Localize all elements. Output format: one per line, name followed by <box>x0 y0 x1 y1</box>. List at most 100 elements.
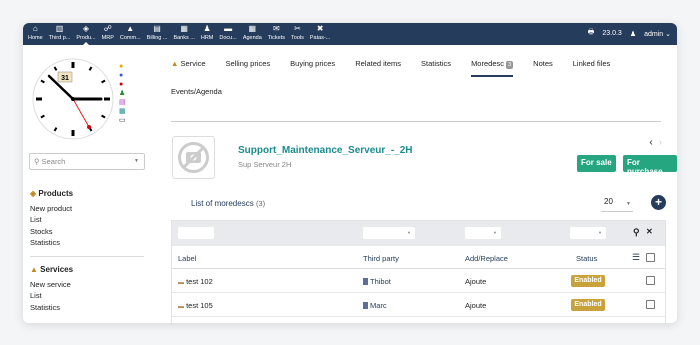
menu-item-comm[interactable]: ▲ Comm... <box>117 24 144 42</box>
menu-item-label: Produ... <box>76 35 96 41</box>
clear-filter-icon[interactable]: ✕ <box>646 227 653 236</box>
row-checkbox[interactable] <box>646 300 655 309</box>
col-label[interactable]: Label <box>178 254 196 263</box>
menu-item-produ[interactable]: ◈ Produ... <box>73 24 98 45</box>
menu-item-label: HRM <box>200 35 214 41</box>
service-icon: ▲ <box>171 59 179 68</box>
menu-item-label: Comm... <box>119 35 141 41</box>
add-moredesc-button[interactable]: + <box>651 195 666 210</box>
sidebar-item-service-new-service[interactable]: New service <box>30 279 73 291</box>
sidebar-item-product-new-product[interactable]: New product <box>30 203 73 215</box>
col-add-replace[interactable]: Add/Replace <box>465 254 508 263</box>
list-title-text[interactable]: List of moredescs <box>191 199 254 208</box>
alert-icon[interactable]: ● <box>119 81 126 89</box>
table-header: Label Third party Add/Replace Status ☰ <box>172 246 665 269</box>
menu-item-billing[interactable]: ▤ Billing ... <box>144 24 171 42</box>
per-page-select[interactable]: 20 ▼ <box>601 197 633 212</box>
print-icon[interactable]: 🖶 <box>588 28 595 39</box>
search-icon[interactable]: ⚲ <box>633 227 640 238</box>
version-label: 23.0.3 <box>602 30 622 37</box>
tab-events-agenda[interactable]: Events/Agenda <box>171 87 222 102</box>
row-third-party-text: Marc <box>370 301 387 310</box>
row-third-party[interactable]: Marc <box>363 301 387 310</box>
clock-widget: 31 <box>31 57 115 146</box>
company-icon <box>363 302 368 309</box>
sidebar: 31 ● ● ● ♟ ▤ ▦ ▭ ⚲ Search ▼ ◈ Products N… <box>23 45 151 323</box>
row-third-party[interactable]: Thibot <box>363 277 391 286</box>
keyboard-icon[interactable]: ▭ <box>119 117 126 125</box>
column-select-icon[interactable]: ☰ <box>632 252 640 263</box>
tab-service[interactable]: ▲ Service <box>171 59 206 74</box>
menu-item-label: Tickets <box>267 35 286 41</box>
sidebar-item-service-statistics[interactable]: Statistics <box>30 302 73 314</box>
tab-linked-files[interactable]: Linked files <box>573 59 611 74</box>
menu-item-home[interactable]: ⌂ Home <box>25 24 46 42</box>
tab-notes[interactable]: Notes <box>533 59 553 74</box>
row-checkbox[interactable] <box>646 276 655 285</box>
sidebar-item-product-list[interactable]: List <box>30 214 73 226</box>
previous-icon[interactable]: ‹ <box>649 137 652 148</box>
menu-item-label: Billing ... <box>146 35 168 41</box>
label-filter-input[interactable] <box>178 227 214 239</box>
tab-related-items[interactable]: Related items <box>355 59 401 74</box>
per-page-value: 20 <box>604 197 613 206</box>
tools-cross-icon: ✖ <box>316 24 324 33</box>
products-items: New product List Stocks Statistics <box>30 203 73 249</box>
next-icon[interactable]: › <box>659 137 662 148</box>
third-party-filter-select[interactable]: ▼ <box>363 227 415 239</box>
row-label[interactable]: ▬ test 105 <box>178 301 213 310</box>
col-status[interactable]: Status <box>576 254 597 263</box>
tab-buying-prices[interactable]: Buying prices <box>290 59 335 74</box>
cube-icon: ◈ <box>82 24 90 33</box>
menu-item-tools[interactable]: ✂ Tools <box>288 24 307 42</box>
menu-item-hrm[interactable]: ♟ HRM <box>198 24 217 42</box>
report-icon[interactable]: ▤ <box>119 99 126 107</box>
table-row: ▬ test 105 Marc Ajoute Enabled <box>172 293 665 317</box>
menu-item-banks[interactable]: ▦ Banks ... <box>170 24 197 42</box>
for-sale-status[interactable]: For sale <box>577 155 616 172</box>
tab-label: Selling prices <box>225 59 271 68</box>
top-menu-bar: ⌂ Home ▥ Third p... ◈ Produ... ☍ MRP ▲ Comm... ▤ Bi… <box>23 23 677 45</box>
user-icon[interactable]: ♟ <box>630 30 636 38</box>
folder-icon: ▬ <box>224 24 233 33</box>
moredesc-table: ▼ ▼ ▼ ⚲ ✕ Label Third party Add/Replace … <box>171 220 666 323</box>
menu-item-agenda[interactable]: ▦ Agenda <box>240 24 265 42</box>
warning-icon[interactable]: ● <box>119 63 126 71</box>
services-heading[interactable]: ▲ Services <box>30 264 73 276</box>
status-filter-select[interactable]: ▼ <box>570 227 606 239</box>
add-replace-filter-select[interactable]: ▼ <box>465 227 501 239</box>
commerce-icon: ▲ <box>126 24 135 33</box>
services-nav: ▲ Services New service List Statistics <box>30 264 73 313</box>
sidebar-item-product-stocks[interactable]: Stocks <box>30 226 73 238</box>
sidebar-item-service-list[interactable]: List <box>30 290 73 302</box>
menu-item-third-p[interactable]: ▥ Third p... <box>46 24 74 42</box>
building-icon: ▥ <box>55 24 64 33</box>
tab-selling-prices[interactable]: Selling prices <box>226 59 271 74</box>
user-menu[interactable]: admin ⌄ <box>644 30 671 38</box>
row-label-text: test 105 <box>186 301 213 310</box>
row-label[interactable]: ▬ test 102 <box>178 277 213 286</box>
compass-icon[interactable]: ● <box>119 72 126 80</box>
menu-item-tickets[interactable]: ✉ Tickets <box>265 24 288 42</box>
product-image-placeholder <box>172 136 215 179</box>
search-select[interactable]: ⚲ Search ▼ <box>29 153 145 170</box>
tab-statistics[interactable]: Statistics <box>421 59 451 74</box>
tab-bar: ▲ Service Selling prices Buying prices Rela… <box>171 59 661 122</box>
menu-item-patas[interactable]: ✖ Patas-... <box>307 24 333 42</box>
product-label: Sup Serveur 2H <box>238 160 292 169</box>
select-all-checkbox[interactable] <box>646 253 655 262</box>
for-purchase-status[interactable]: For purchase <box>623 155 677 176</box>
products-heading[interactable]: ◈ Products <box>30 188 73 200</box>
menu-item-mrp[interactable]: ☍ MRP <box>99 24 117 42</box>
table-icon[interactable]: ▦ <box>119 108 126 116</box>
company-icon <box>363 278 368 285</box>
row-label-text: test 102 <box>186 277 213 286</box>
user-check-icon[interactable]: ♟ <box>119 90 126 98</box>
no-photo-icon <box>178 142 209 173</box>
col-third-party[interactable]: Third party <box>363 254 399 263</box>
tab-moredesc[interactable]: Moredesc 3 <box>471 59 514 77</box>
topbar-right: 🖶 23.0.3 ♟ admin ⌄ <box>588 28 671 39</box>
clock-day: 31 <box>61 75 69 82</box>
menu-item-docu[interactable]: ▬ Docu... <box>216 24 239 42</box>
sidebar-item-product-statistics[interactable]: Statistics <box>30 237 73 249</box>
